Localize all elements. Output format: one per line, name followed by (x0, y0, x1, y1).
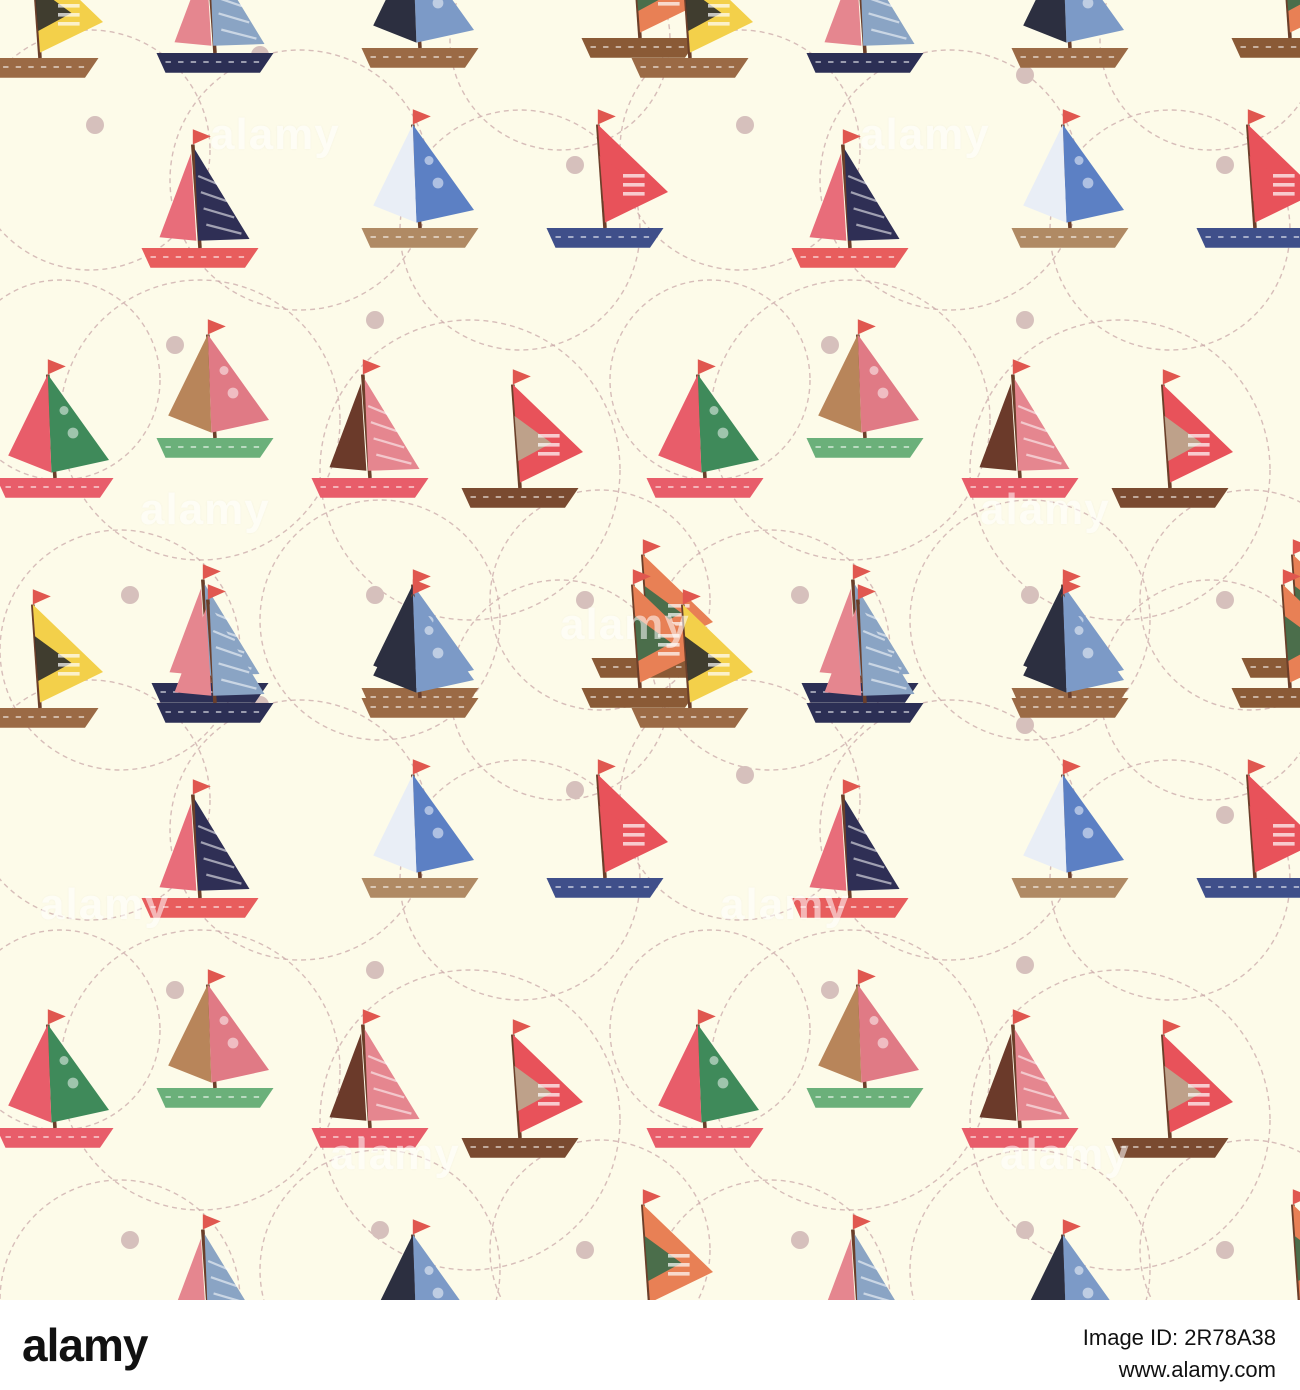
stock-footer: alamy Image ID: 2R78A38 www.alamy.com (0, 1300, 1300, 1390)
image-id-block: Image ID: 2R78A38 www.alamy.com (1083, 1322, 1276, 1386)
alamy-logo: alamy (22, 1319, 148, 1371)
pattern-canvas (0, 0, 1300, 1300)
image-id-text: Image ID: 2R78A38 (1082, 1325, 1276, 1350)
sailboat-pattern: alamy alamy alamy alamy alamy alamy alam… (0, 0, 1300, 1300)
site-url-text: www.alamy.com (1118, 1356, 1276, 1382)
